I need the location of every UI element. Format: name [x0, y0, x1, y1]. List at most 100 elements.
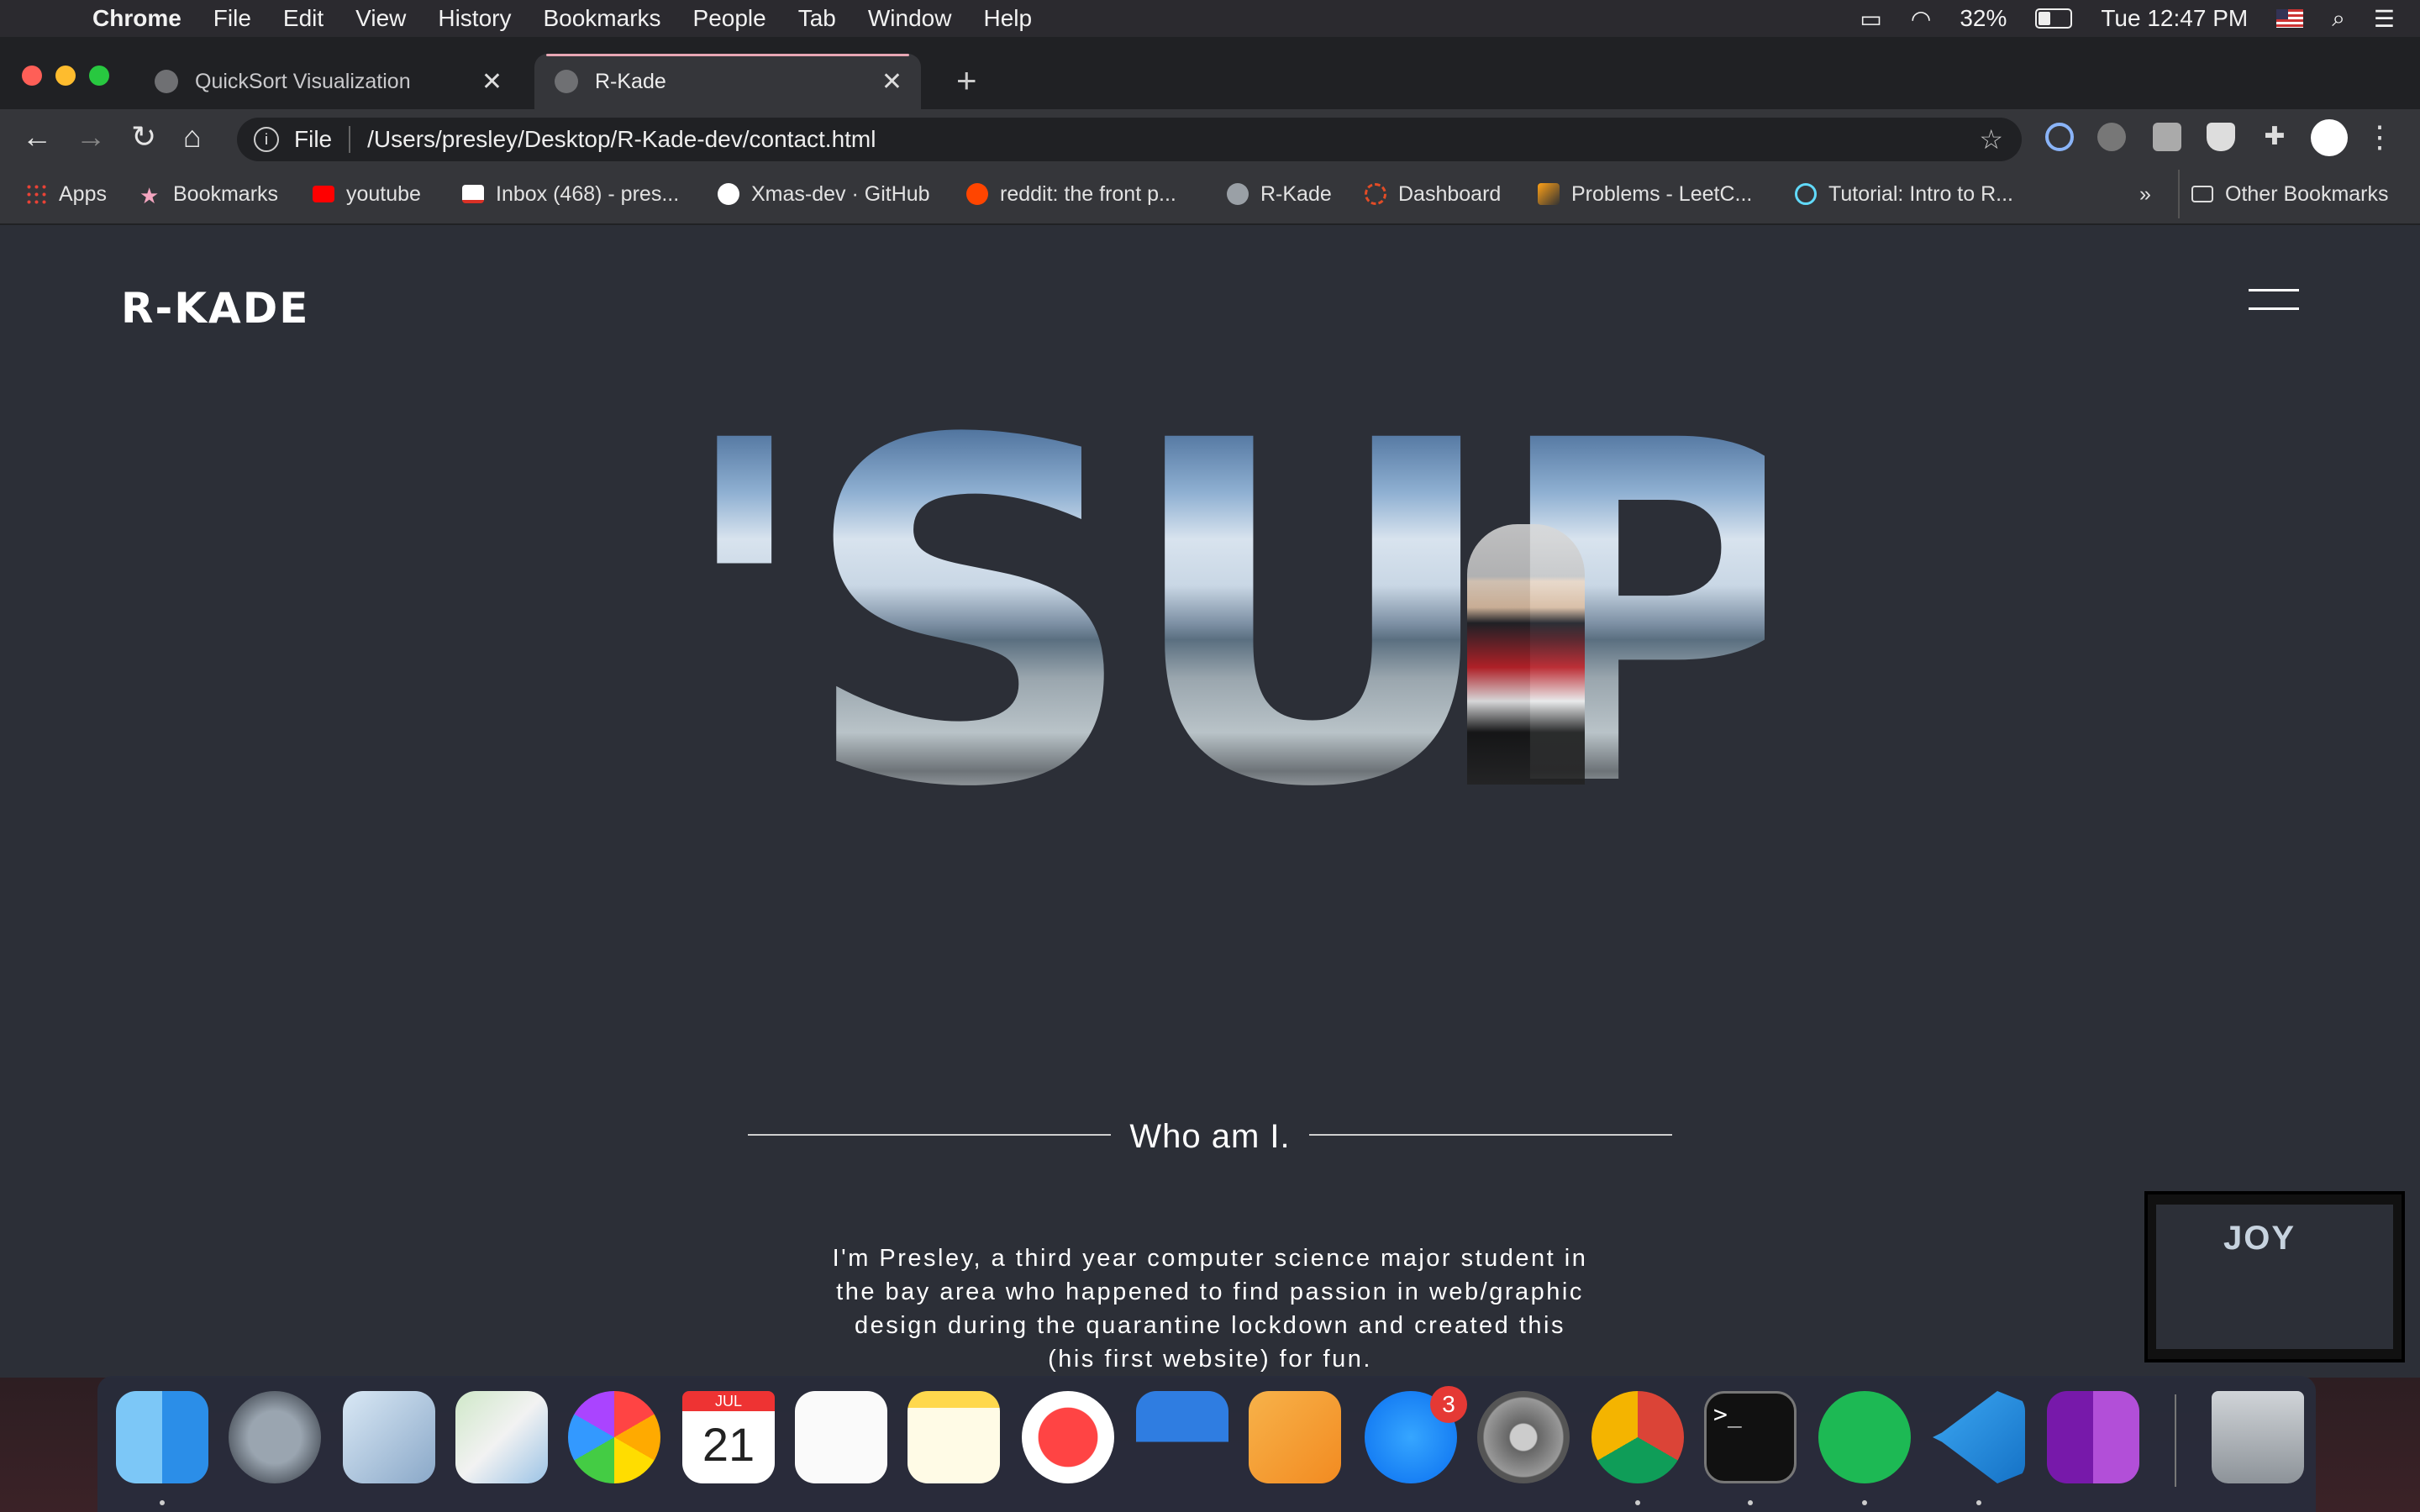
running-indicator	[1748, 1500, 1753, 1505]
bookmark-star-icon[interactable]: ☆	[1979, 123, 2003, 155]
reminders-icon[interactable]	[795, 1391, 887, 1483]
tab-close-icon[interactable]: ✕	[881, 67, 902, 97]
tab-title: R-Kade	[595, 69, 666, 93]
bookmark-leetcode[interactable]: Problems - LeetC...	[1538, 170, 1752, 218]
battery-icon[interactable]	[2035, 8, 2073, 29]
macos-menu-bar: Chrome File Edit View History Bookmarks …	[0, 0, 2420, 37]
profile-avatar[interactable]	[2311, 119, 2348, 156]
window-zoom-button[interactable]	[89, 66, 109, 86]
menu-bookmarks[interactable]: Bookmarks	[543, 5, 660, 32]
hamburger-menu-icon[interactable]	[2249, 289, 2299, 311]
news-icon[interactable]	[1022, 1391, 1114, 1483]
chrome-menu-icon[interactable]: ⋮	[2365, 119, 2395, 155]
divider-left	[748, 1134, 1111, 1136]
calendar-icon[interactable]: JUL 21	[682, 1391, 775, 1483]
mail-stamp-icon[interactable]	[343, 1391, 435, 1483]
hero-word: 'SUP	[672, 343, 1815, 890]
hero-photo-text: 'SUP	[672, 423, 1765, 810]
menu-people[interactable]: People	[693, 5, 766, 32]
control-center-list-icon[interactable]: ☰	[2374, 5, 2395, 33]
bookmark-r-kade[interactable]: R-Kade	[1227, 170, 1332, 218]
site-logo[interactable]: R-KADE	[121, 284, 309, 333]
url-text[interactable]: /Users/presley/Desktop/R-Kade-dev/contac…	[367, 126, 876, 153]
terminal-icon[interactable]: >_	[1704, 1391, 1797, 1483]
site-info-icon[interactable]: i	[254, 127, 279, 152]
bookmark-github[interactable]: Xmas-dev · GitHub	[718, 170, 930, 218]
bookmarks-overflow-button[interactable]: »	[2139, 170, 2151, 218]
divider-right	[1309, 1134, 1672, 1136]
folder-icon	[2191, 186, 2213, 202]
menu-file[interactable]: File	[213, 5, 251, 32]
chevron-double-right-icon: »	[2139, 181, 2151, 206]
bookmark-label: Xmas-dev · GitHub	[751, 181, 930, 206]
menubar-clock[interactable]: Tue 12:47 PM	[2101, 5, 2248, 32]
globe-icon	[1227, 183, 1249, 205]
new-tab-button[interactable]: +	[956, 60, 977, 101]
extensions-puzzle-icon[interactable]: ✚	[2260, 123, 2289, 151]
home-icon[interactable]: ⌂	[183, 119, 202, 155]
bookmark-label: Problems - LeetC...	[1571, 181, 1753, 206]
youtube-icon	[313, 186, 334, 202]
pages-icon[interactable]	[1249, 1391, 1341, 1483]
wifi-icon[interactable]: ◠	[1911, 5, 1931, 33]
bookmark-label: Apps	[59, 181, 107, 206]
finder-icon[interactable]	[116, 1391, 208, 1483]
reddit-icon	[966, 183, 988, 205]
star-icon: ★	[139, 183, 160, 208]
bookmark-dashboard[interactable]: Dashboard	[1365, 170, 1501, 218]
menu-edit[interactable]: Edit	[283, 5, 324, 32]
screen-recording-preview[interactable]: JOY	[2144, 1191, 2405, 1362]
spotlight-search-icon[interactable]: ⌕	[2332, 5, 2345, 33]
globe-icon	[155, 70, 178, 93]
bookmark-label: R-Kade	[1260, 181, 1332, 206]
address-bar[interactable]: i File /Users/presley/Desktop/R-Kade-dev…	[237, 118, 2022, 161]
airplay-icon[interactable]: ▭	[1860, 5, 1881, 33]
bookmark-label: reddit: the front p...	[1000, 181, 1176, 206]
tab-close-icon[interactable]: ✕	[481, 67, 502, 97]
menu-help[interactable]: Help	[983, 5, 1032, 32]
bookmark-react-tutorial[interactable]: Tutorial: Intro to R...	[1795, 170, 2013, 218]
extension-icon[interactable]	[2153, 123, 2181, 151]
running-indicator	[160, 1500, 165, 1505]
menu-history[interactable]: History	[438, 5, 511, 32]
spotify-icon[interactable]	[1818, 1391, 1911, 1483]
running-indicator	[1635, 1500, 1640, 1505]
bookmark-apps[interactable]: Apps	[25, 170, 107, 218]
browser-toolbar: ← → ↻ ⌂ i File /Users/presley/Desktop/R-…	[0, 109, 2420, 170]
menu-app-name[interactable]: Chrome	[92, 5, 182, 32]
menu-view[interactable]: View	[355, 5, 406, 32]
window-close-button[interactable]	[22, 66, 42, 86]
bookmark-youtube[interactable]: youtube	[313, 170, 421, 218]
hero-person-photo	[1467, 524, 1585, 785]
bookmark-bookmarks[interactable]: ★ Bookmarks	[139, 170, 278, 218]
trash-icon[interactable]	[2212, 1391, 2304, 1483]
forward-arrow-icon[interactable]: →	[76, 119, 106, 155]
keynote-icon[interactable]	[1136, 1391, 1228, 1483]
shield-icon[interactable]	[2207, 123, 2235, 151]
globe-icon	[555, 70, 578, 93]
back-arrow-icon[interactable]: ←	[22, 119, 52, 155]
input-source-flag-icon[interactable]	[2276, 9, 2304, 28]
extension-icon[interactable]	[2097, 123, 2126, 151]
tab-title: QuickSort Visualization	[195, 69, 411, 93]
maps-icon[interactable]	[455, 1391, 548, 1483]
photos-icon[interactable]	[568, 1391, 660, 1483]
tab-r-kade[interactable]: R-Kade ✕	[534, 54, 921, 109]
other-bookmarks[interactable]: Other Bookmarks	[2178, 170, 2389, 218]
onenote-icon[interactable]	[2047, 1391, 2139, 1483]
reload-icon[interactable]: ↻	[131, 119, 156, 155]
leetcode-icon	[1538, 183, 1560, 205]
bookmark-reddit[interactable]: reddit: the front p...	[966, 170, 1176, 218]
menu-window[interactable]: Window	[868, 5, 952, 32]
system-preferences-gear-icon[interactable]	[1477, 1391, 1570, 1483]
launchpad-icon[interactable]	[229, 1391, 321, 1483]
dashboard-icon	[1365, 183, 1386, 205]
chrome-icon[interactable]	[1591, 1391, 1684, 1483]
window-minimize-button[interactable]	[55, 66, 76, 86]
notes-icon[interactable]	[908, 1391, 1000, 1483]
block-extension-icon[interactable]	[2045, 123, 2074, 151]
bookmark-label: Other Bookmarks	[2225, 181, 2389, 206]
tab-quicksort[interactable]: QuickSort Visualization ✕	[134, 54, 521, 109]
bookmark-gmail[interactable]: Inbox (468) - pres...	[462, 170, 679, 218]
menu-tab[interactable]: Tab	[798, 5, 836, 32]
